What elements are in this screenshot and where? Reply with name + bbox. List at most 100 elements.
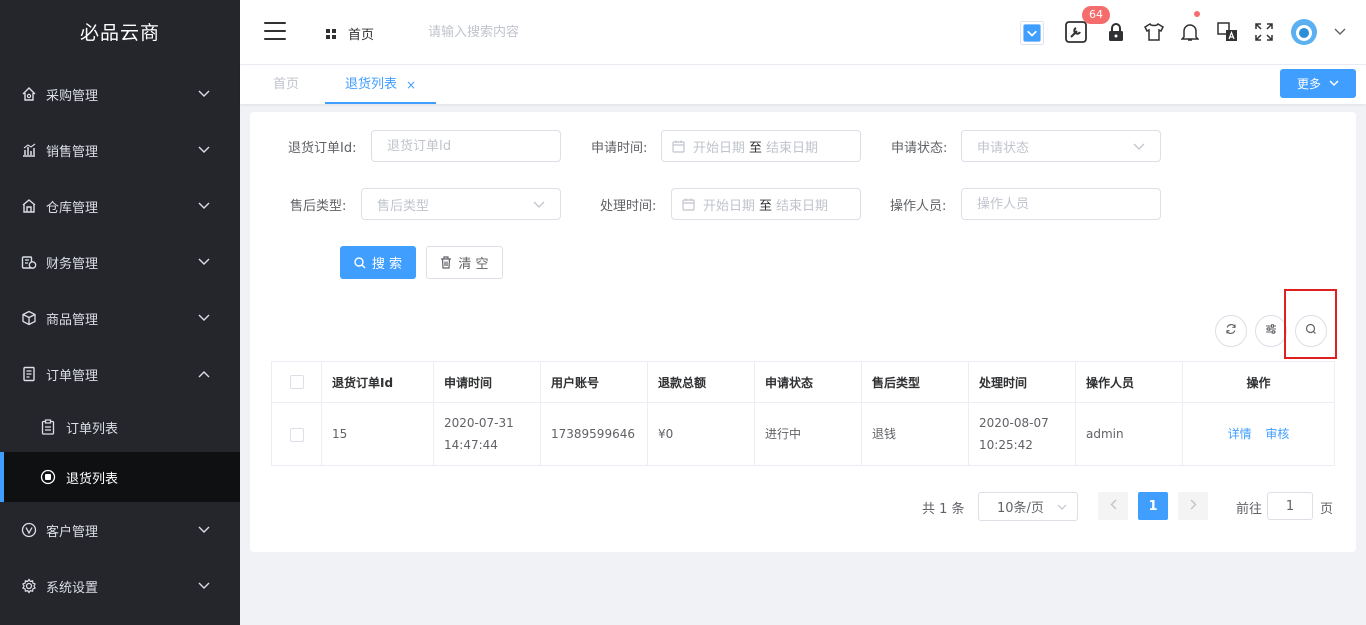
finance-icon (20, 253, 38, 271)
trash-icon (440, 256, 452, 269)
tools-icon[interactable] (1064, 20, 1088, 44)
page-size-select[interactable]: 10条/页 (978, 492, 1078, 521)
prev-page-button[interactable] (1098, 492, 1128, 520)
chevron-down-icon (198, 580, 210, 592)
sidebar-item-finance[interactable]: 财务管理 (0, 234, 240, 290)
menu-toggle-icon[interactable] (264, 22, 286, 40)
page-size-value: 10条/页 (997, 501, 1044, 516)
search-button[interactable]: 搜 索 (340, 246, 416, 279)
goto-unit: 页 (1320, 502, 1334, 517)
chevron-down-icon[interactable] (1328, 20, 1352, 44)
sidebar-item-sales[interactable]: 销售管理 (0, 122, 240, 178)
chevron-down-icon (533, 197, 545, 212)
translate-icon[interactable] (1216, 20, 1240, 44)
start-date-placeholder: 开始日期 (693, 140, 746, 156)
sidebar: 必品云商 采购管理 销售管理 仓库管理 财务管理 商品管理 订单管理 订单列表 … (0, 0, 240, 625)
notification-dot (1194, 11, 1200, 17)
row-select-cell (271, 402, 322, 466)
calendar-icon (672, 140, 685, 153)
sidebar-subitem-label: 订单列表 (66, 421, 119, 437)
global-search-input[interactable] (428, 18, 688, 46)
after-sale-type-select[interactable]: 售后类型 (361, 188, 561, 220)
page-number-current[interactable]: 1 (1138, 492, 1168, 520)
avatar[interactable] (1290, 18, 1318, 46)
apply-status-placeholder: 申请状态 (977, 140, 1030, 156)
main-card: 退货订单Id: 申请时间: 开始日期 至 结束日期 申请状态: 申请状态 售后类… (250, 112, 1356, 552)
chevron-down-icon (1133, 139, 1145, 154)
next-page-button[interactable] (1178, 492, 1208, 520)
sidebar-item-settings[interactable]: 系统设置 (0, 558, 240, 614)
house-icon (20, 85, 38, 103)
dropdown-square-icon[interactable] (1020, 21, 1044, 45)
tab-home[interactable]: 首页 (273, 65, 299, 104)
sidebar-item-label: 系统设置 (46, 580, 99, 596)
clear-button-label: 清 空 (458, 257, 489, 272)
apply-status-label: 申请状态: (891, 141, 948, 156)
pagination-total: 共 1 条 (922, 502, 965, 517)
chevron-left-icon (1110, 499, 1117, 514)
highlight-annotation-box (1284, 289, 1337, 359)
sidebar-subitem-label: 退货列表 (66, 471, 119, 487)
breadcrumb-home[interactable]: 首页 (326, 24, 374, 43)
bell-icon[interactable] (1178, 20, 1202, 44)
end-date-placeholder: 结束日期 (776, 198, 829, 214)
clipboard-icon (40, 419, 56, 435)
column-header: 退货订单Id (321, 361, 434, 403)
chevron-down-icon (198, 524, 210, 536)
column-header: 操作人员 (1075, 361, 1183, 403)
sidebar-item-products[interactable]: 商品管理 (0, 290, 240, 346)
operator-input[interactable] (961, 188, 1161, 220)
column-header: 用户账号 (540, 361, 648, 403)
column-header: 售后类型 (861, 361, 969, 403)
tab-label: 退货列表 (345, 77, 398, 92)
fullscreen-icon[interactable] (1252, 20, 1276, 44)
tab-return-list[interactable]: 退货列表 × (325, 65, 436, 104)
lock-icon[interactable] (1104, 20, 1128, 44)
goto-page-input[interactable] (1267, 492, 1313, 520)
clear-button[interactable]: 清 空 (426, 246, 503, 279)
calendar-icon (682, 198, 695, 211)
range-separator: 至 (759, 198, 773, 214)
search-button-label: 搜 索 (371, 257, 403, 272)
sidebar-item-warehouse[interactable]: 仓库管理 (0, 178, 240, 234)
apply-status-select[interactable]: 申请状态 (961, 130, 1161, 162)
tshirt-icon[interactable] (1142, 20, 1166, 44)
chevron-right-icon (1190, 499, 1197, 514)
column-settings-button[interactable] (1255, 315, 1287, 347)
sidebar-item-customers[interactable]: 客户管理 (0, 502, 240, 558)
more-button[interactable]: 更多 (1280, 69, 1356, 98)
close-icon[interactable]: × (406, 65, 416, 105)
tabs-bar: 首页 退货列表 × 更多 (240, 65, 1366, 104)
review-link[interactable]: 审核 (1265, 427, 1289, 441)
table-header-row: 退货订单Id 申请时间 用户账号 退款总额 申请状态 售后类型 处理时间 操作人… (271, 361, 1335, 403)
cell-process-time: 2020-08-07 10:25:42 (968, 402, 1076, 466)
breadcrumb-home-label: 首页 (348, 28, 375, 43)
select-all-checkbox[interactable] (289, 375, 304, 390)
document-icon (20, 365, 38, 383)
goto-label: 前往 (1236, 502, 1263, 517)
box-icon (20, 309, 38, 327)
sidebar-subitem-order-list[interactable]: 订单列表 (0, 402, 240, 452)
row-checkbox[interactable] (289, 427, 304, 442)
after-sale-type-label: 售后类型: (290, 199, 347, 214)
chevron-down-icon (198, 256, 210, 268)
end-date-placeholder: 结束日期 (766, 140, 819, 156)
refresh-button[interactable] (1215, 315, 1247, 347)
apply-time-label: 申请时间: (591, 141, 648, 156)
sidebar-subitem-return-list[interactable]: 退货列表 (0, 452, 240, 502)
detail-link[interactable]: 详情 (1228, 427, 1252, 441)
sidebar-item-orders[interactable]: 订单管理 (0, 346, 240, 402)
chevron-down-icon (1329, 80, 1339, 87)
chevron-down-icon (198, 200, 210, 212)
sidebar-item-label: 订单管理 (46, 368, 99, 384)
apply-time-range-picker[interactable]: 开始日期 至 结束日期 (661, 130, 861, 162)
customer-icon (20, 521, 38, 539)
chevron-down-icon (1057, 499, 1067, 514)
process-time-range-picker[interactable]: 开始日期 至 结束日期 (671, 188, 861, 220)
sidebar-item-purchase[interactable]: 采购管理 (0, 66, 240, 122)
column-header: 申请时间 (433, 361, 541, 403)
sidebar-item-label: 仓库管理 (46, 200, 99, 216)
order-id-input[interactable] (371, 130, 561, 162)
search-icon (354, 256, 366, 269)
after-sale-type-placeholder: 售后类型 (377, 198, 430, 214)
